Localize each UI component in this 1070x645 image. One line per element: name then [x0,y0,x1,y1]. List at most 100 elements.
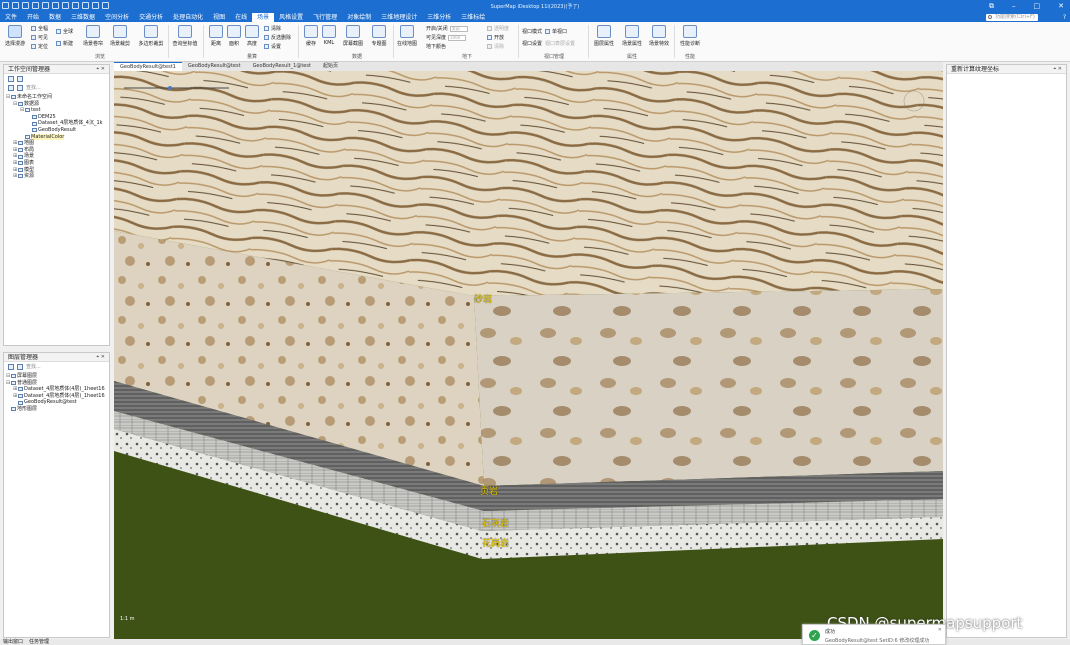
menu-tab[interactable]: 三维标绘 [456,13,490,22]
minimize-button[interactable]: – [1012,2,1016,10]
tree-node[interactable]: ⊟ test [6,107,107,114]
menu-tab[interactable]: 视图 [208,13,230,22]
tree-node[interactable]: ⊞ 模型 [6,167,107,174]
pin-close-icon[interactable]: ⌖ ✕ [96,65,105,74]
menu-tab[interactable]: 数据 [44,13,66,22]
expand-toggle-icon[interactable]: ⊞ [13,160,17,167]
menu-tab[interactable]: 处理自动化 [168,13,208,22]
thematic-button[interactable]: 专题图 [366,25,392,47]
layer-search[interactable]: 查找... [4,362,109,371]
underground-toggle[interactable]: 开启/关闭 关闭 [426,25,468,32]
layer-style-icon[interactable] [8,363,14,370]
menu-tab[interactable]: 三维数据 [66,13,100,22]
document-tab[interactable]: GeoBodyResult_1@test [247,62,317,71]
expand-toggle-icon[interactable]: ⊟ [6,373,10,380]
tree-node[interactable]: ⊞ 图表 [6,160,107,167]
expand-toggle-icon[interactable]: ⊟ [6,380,10,387]
underground-color-field[interactable]: 地下颜色 [426,43,446,50]
document-tab[interactable]: 起始页 [317,62,344,71]
search-icon[interactable] [17,363,23,370]
measure-settings-button[interactable]: 设置 [264,43,281,50]
slider-handle[interactable] [168,86,172,90]
locate-button[interactable]: 定位 [31,43,48,50]
select-roam-button[interactable]: 选择漫游 [2,25,28,47]
menu-tab[interactable]: 交通分析 [134,13,168,22]
tree-node[interactable]: GeoBodyResult [6,127,107,134]
output-window-tab[interactable]: 输出窗口 [3,639,23,645]
tree-node[interactable]: ⊞ 场景 [6,153,107,160]
viewport-settings-button[interactable]: 视口设置 视口表层设置 [522,40,575,47]
document-tab[interactable]: GeoBodyResult@test [182,62,247,71]
menu-tab[interactable]: 场景 [252,13,275,22]
transparency-button[interactable]: 透明度 [487,25,509,32]
expand-toggle-icon[interactable]: ⊞ [13,393,17,400]
workspace-search[interactable]: 查找... [4,83,109,92]
restore-icon[interactable]: ⧉ [989,2,994,10]
height-button[interactable]: 高度 [239,25,265,47]
close-button[interactable]: ✕ [1058,2,1064,10]
menu-tab[interactable]: 三维分析 [422,13,456,22]
open-button[interactable]: 开放 [487,34,504,41]
pin-close-icon[interactable]: ⌖ ✕ [96,353,105,362]
search-icon[interactable] [17,84,23,91]
tree-node[interactable]: ⊟ 数据源 [6,101,107,108]
tree-node[interactable]: MaterialColor [6,133,107,141]
expand-toggle-icon[interactable]: ⊞ [13,147,17,154]
viewport-mode-button[interactable]: 视口模式 单视口 [522,28,567,35]
visible-button[interactable]: 可见 [31,34,48,41]
scene-properties-button[interactable]: 场景属性 [618,25,646,47]
clear-button[interactable]: 清除 [264,25,281,32]
scene-viewport[interactable]: 砂岩 页岩 石灰岩 花岗岩 1:1 m [114,71,943,639]
full-extent-button[interactable]: 全幅 [31,25,48,32]
menu-tab[interactable]: 风格设置 [274,13,308,22]
tree-node[interactable]: ⊞ 资源 [6,173,107,180]
underground-toggle-select[interactable]: 关闭 [449,25,468,32]
workspace-open-icon[interactable] [8,75,14,82]
maximize-button[interactable]: □ [1034,2,1041,10]
query-coord-button[interactable]: 查询坐标值 [170,25,200,47]
expand-toggle-icon[interactable]: ⊟ [6,94,10,101]
menu-tab[interactable]: 飞行管理 [308,13,342,22]
expand-toggle-icon[interactable]: ⊞ [13,167,17,174]
filter-icon[interactable] [8,84,14,91]
expand-toggle-icon[interactable]: ⊞ [13,153,17,160]
layer-properties-button[interactable]: 图层属性 [590,25,618,47]
remove-button[interactable]: 清除 [487,43,504,50]
invert-delete-button[interactable]: 反选删除 [264,34,291,41]
globe-button[interactable]: 全球 [56,28,73,35]
expand-toggle-icon[interactable]: ⊞ [13,386,17,393]
tree-node[interactable]: 地形图层 [6,406,107,413]
tree-node[interactable]: ⊟ 未命名工作空间 [6,94,107,101]
menu-tab[interactable]: 对象绘制 [342,13,376,22]
tree-node[interactable]: ⊟ 屏幕图层 [6,373,107,380]
task-manager-tab[interactable]: 任务管理 [29,639,49,645]
expand-toggle-icon[interactable]: ⊞ [13,140,17,147]
tree-node[interactable]: ⊞ 地图 [6,140,107,147]
pin-close-icon[interactable]: ⌖ ✕ [1053,65,1062,74]
workspace-save-icon[interactable] [17,75,23,82]
tree-node[interactable]: ⊞ 布局 [6,147,107,154]
tree-node[interactable]: ⊞ Dataset_4层地质体(4层)_1heet16 [6,386,107,393]
new-scene-button[interactable]: 新建 [56,40,73,47]
menu-tab[interactable]: 开始 [22,13,44,22]
expand-toggle-icon[interactable]: ⊟ [20,107,24,114]
scene-swipe-button[interactable]: 场景卷帘 [80,25,106,47]
menu-tab[interactable]: 文件 [0,13,22,22]
menu-tab[interactable]: 空间分析 [100,13,134,22]
document-tab[interactable]: GeoBodyResult@test1 [114,62,182,71]
expand-toggle-icon[interactable]: ⊟ [13,101,17,108]
function-search-input[interactable]: 功能搜索(Ctrl+F) [986,14,1038,21]
performance-diagnose-button[interactable]: 性能诊断 [676,25,704,47]
tree-node[interactable]: Dataset_4层地质体_4沉_1k [6,120,107,127]
toast-close-button[interactable]: ✕ [938,627,942,633]
expand-toggle-icon[interactable]: ⊞ [13,173,17,180]
scene-effects-button[interactable]: 场景特效 [645,25,673,47]
menu-tab[interactable]: 在线 [230,13,252,22]
menu-tab[interactable]: 三维地理设计 [376,13,422,22]
polygon-clip-button[interactable]: 多边形裁剪 [136,25,166,47]
screenshot-button[interactable]: 屏幕截图 [338,25,368,47]
help-icon[interactable]: ? [1063,13,1066,22]
scene-clip-button[interactable]: 场景裁剪 [107,25,133,47]
tree-node[interactable]: ⊞ Dataset_4层地质体(4层)_1heet16 [6,393,107,400]
visible-depth-input[interactable]: 1000 [448,34,467,41]
